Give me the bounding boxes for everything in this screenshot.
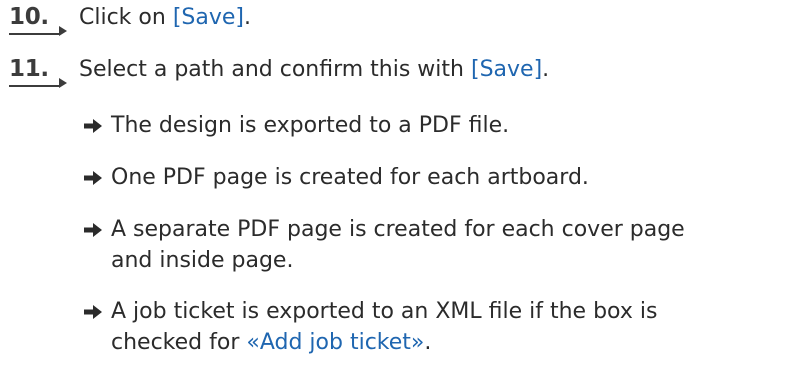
result-item: One PDF page is created for each artboar…: [83, 162, 801, 193]
result-arrow-icon: [83, 162, 111, 193]
result-text-pre: checked for: [111, 330, 247, 355]
step-number-marker: 11.: [9, 56, 79, 88]
add-job-ticket-reference: «Add job ticket»: [246, 330, 425, 355]
step-number: 11.: [9, 56, 49, 82]
result-arrow-icon: [83, 214, 111, 245]
result-text-line: checked for «Add job ticket».: [111, 327, 801, 358]
result-text-line: and inside page.: [111, 248, 294, 273]
step-10: 10. Click on [Save].: [9, 4, 251, 36]
result-text: The design is exported to a PDF file.: [111, 113, 510, 138]
step-text-pre: Select a path and confirm this with: [79, 57, 471, 82]
result-arrow-icon: [83, 110, 111, 141]
save-ui-reference: [Save]: [470, 57, 543, 82]
result-arrow-icon: [83, 296, 111, 327]
step-text-post: .: [243, 5, 251, 30]
step-arrow-icon: [59, 26, 67, 36]
result-text: One PDF page is created for each artboar…: [111, 165, 589, 190]
step-text-pre: Click on: [79, 5, 173, 30]
step-text: Select a path and confirm this with [Sav…: [79, 57, 549, 82]
result-text: A separate PDF page is created for each …: [111, 214, 801, 276]
step-11: 11. Select a path and confirm this with …: [9, 56, 549, 88]
step-text: Click on [Save].: [79, 5, 251, 30]
result-item: A job ticket is exported to an XML file …: [83, 296, 801, 358]
result-item: A separate PDF page is created for each …: [83, 214, 801, 276]
save-ui-reference: [Save]: [172, 5, 244, 30]
result-text-line: A job ticket is exported to an XML file …: [111, 299, 658, 324]
step-number-marker: 10.: [9, 4, 79, 36]
step-underline: [9, 33, 59, 35]
result-text: A job ticket is exported to an XML file …: [111, 296, 801, 358]
step-arrow-icon: [59, 78, 67, 88]
result-text-post: .: [424, 330, 432, 355]
step-text-post: .: [542, 57, 550, 82]
step-underline: [9, 85, 59, 87]
step-number: 10.: [9, 4, 49, 30]
result-text-line: A separate PDF page is created for each …: [111, 217, 685, 242]
result-item: The design is exported to a PDF file.: [83, 110, 801, 141]
